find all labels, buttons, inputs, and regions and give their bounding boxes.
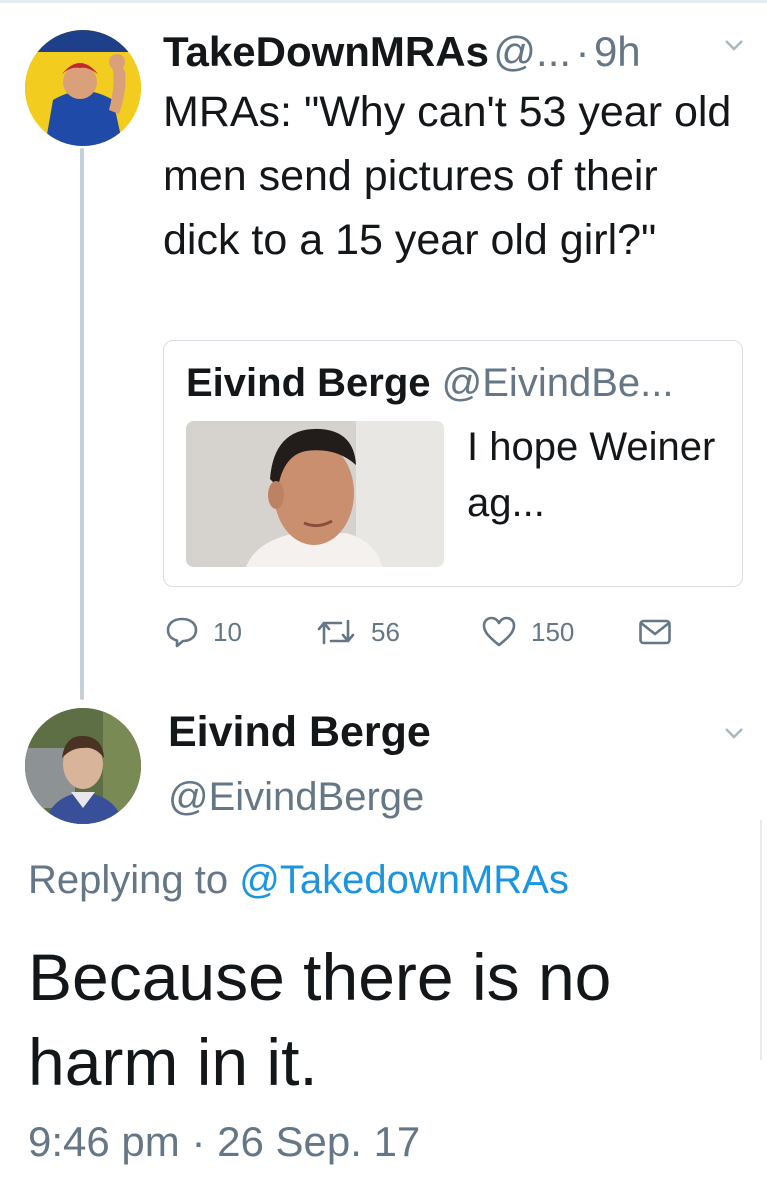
reply-text: Because there is no harm in it. [28,940,612,1099]
thread-connector-line [80,148,84,700]
envelope-icon [639,619,671,645]
replying-to-link[interactable]: @TakedownMRAs [239,858,569,902]
reply-action[interactable]: 10 [165,610,242,654]
reply-time[interactable]: 9:46 pm [28,1118,180,1165]
quoted-tweet-header: Eivind Berge @EivindBe... [186,361,673,406]
retweet-action[interactable]: 56 [315,610,400,654]
tweet-time[interactable]: 9h [594,28,641,75]
tweet-text: MRAs: "Why can't 53 year old men send pi… [163,88,732,264]
quoted-tweet-card[interactable]: Eivind Berge @EivindBe... I hope Weiner … [163,340,743,587]
separator-dot: · [191,1118,206,1165]
replying-to-line: Replying to @TakedownMRAs [28,858,569,903]
quoted-author-name: Eivind Berge [186,361,431,405]
retweet-count: 56 [371,616,400,647]
separator-dot: · [575,28,590,75]
reply-timestamp-line: 9:46 pm · 26 Sep. 17 [28,1118,420,1166]
chevron-down-icon[interactable] [724,726,744,740]
quoted-tweet-text: I hope Weiner ag... [467,425,716,525]
like-action[interactable]: 150 [481,610,574,654]
replying-to-label: Replying to [28,858,229,902]
quoted-tweet-photo[interactable] [186,421,444,567]
like-count: 150 [531,616,575,647]
author-name[interactable]: TakeDownMRAs [163,28,489,75]
direct-message-action[interactable] [638,610,672,654]
reply-author-handle[interactable]: @EivindBerge [168,775,424,820]
avatar-takedownmras[interactable] [25,30,141,146]
avatar-takedownmras-image [25,30,141,146]
top-divider [0,0,767,3]
reply-date[interactable]: 26 Sep. 17 [217,1118,420,1165]
heart-icon [482,616,516,647]
chevron-down-icon[interactable] [724,38,744,52]
right-edge-divider [760,820,762,1060]
tweet-actions: 10 56 150 [163,610,743,654]
quoted-author-handle: @EivindBe... [441,361,674,405]
reply-icon [166,617,198,648]
tweet-header: TakeDownMRAs @... · 9h [163,28,753,80]
avatar-eivindberge[interactable] [25,708,141,824]
retweet-icon [317,619,355,645]
author-handle[interactable]: @... [493,28,571,75]
avatar-eivindberge-image [25,708,141,824]
reply-author-name[interactable]: Eivind Berge [168,708,431,757]
reply-count: 10 [213,616,242,647]
